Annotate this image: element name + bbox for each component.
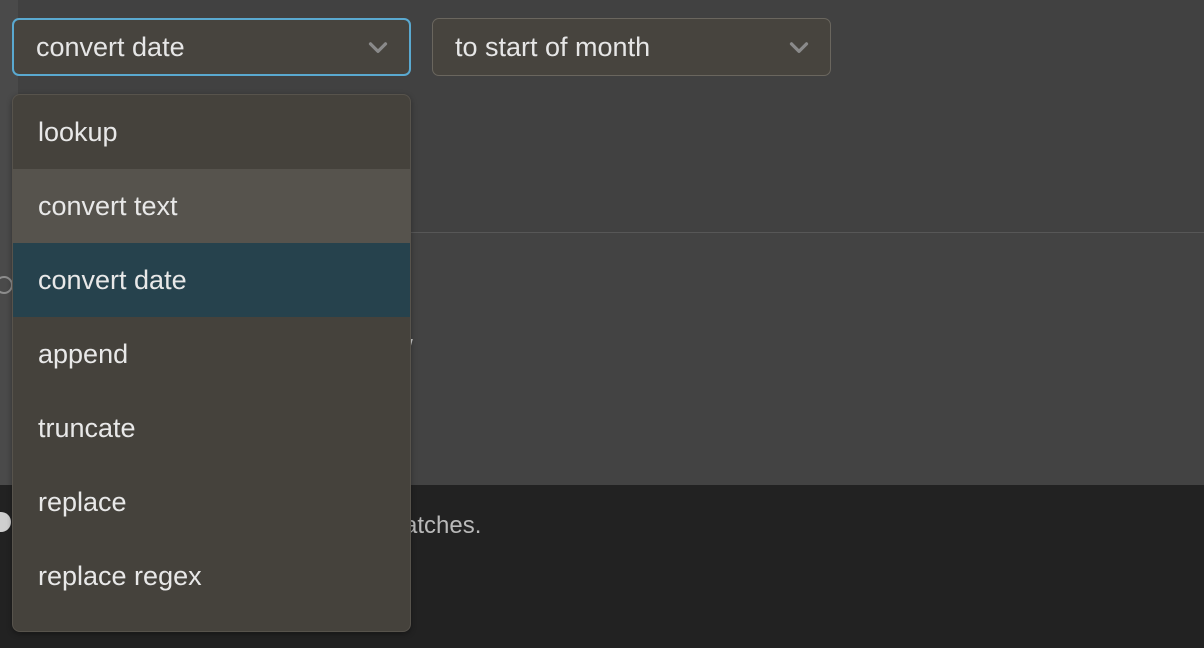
dropdown-option-convert-text[interactable]: convert text bbox=[13, 169, 410, 243]
dropdown-option-label: replace regex bbox=[38, 560, 202, 591]
dropdown-option-append[interactable]: append bbox=[13, 317, 410, 391]
dropdown-option-label: convert date bbox=[38, 264, 187, 295]
dropdown-option-convert-date[interactable]: convert date bbox=[13, 243, 410, 317]
dropdown-option-replace-regex[interactable]: replace regex bbox=[13, 539, 410, 613]
operation-select-value: convert date bbox=[36, 31, 185, 62]
date-conversion-select-value: to start of month bbox=[455, 31, 651, 62]
dropdown-option-truncate[interactable]: truncate bbox=[13, 391, 410, 465]
dropdown-option-label: convert text bbox=[38, 190, 178, 221]
operation-dropdown-menu[interactable]: lookup convert text convert date append trun… bbox=[12, 94, 411, 632]
chevron-down-icon bbox=[789, 42, 809, 53]
dropdown-option-label: append bbox=[38, 338, 129, 369]
dropdown-option-label: replace bbox=[38, 486, 127, 517]
dropdown-option-label: truncate bbox=[38, 412, 136, 443]
select-controls-row: convert date to start of month bbox=[0, 0, 1204, 92]
chevron-down-icon bbox=[368, 42, 388, 53]
dropdown-option-replace[interactable]: replace bbox=[13, 465, 410, 539]
dropdown-option-lookup[interactable]: lookup bbox=[13, 95, 410, 169]
dropdown-option-label: lookup bbox=[38, 116, 118, 147]
operation-select[interactable]: convert date bbox=[12, 18, 411, 76]
date-conversion-select[interactable]: to start of month bbox=[432, 18, 831, 76]
